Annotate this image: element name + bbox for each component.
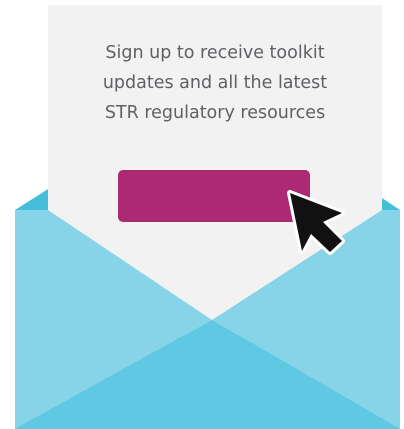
signup-message: Sign up to receive toolkit updates and a… [48, 38, 382, 128]
signup-message-line-2: updates and all the latest [102, 73, 328, 93]
signup-button[interactable] [118, 170, 310, 222]
signup-message-line-3: STR regulatory resources [104, 103, 326, 123]
newsletter-signup-illustration: Sign up to receive toolkit updates and a… [0, 0, 404, 429]
signup-message-line-1: Sign up to receive toolkit [105, 43, 325, 63]
